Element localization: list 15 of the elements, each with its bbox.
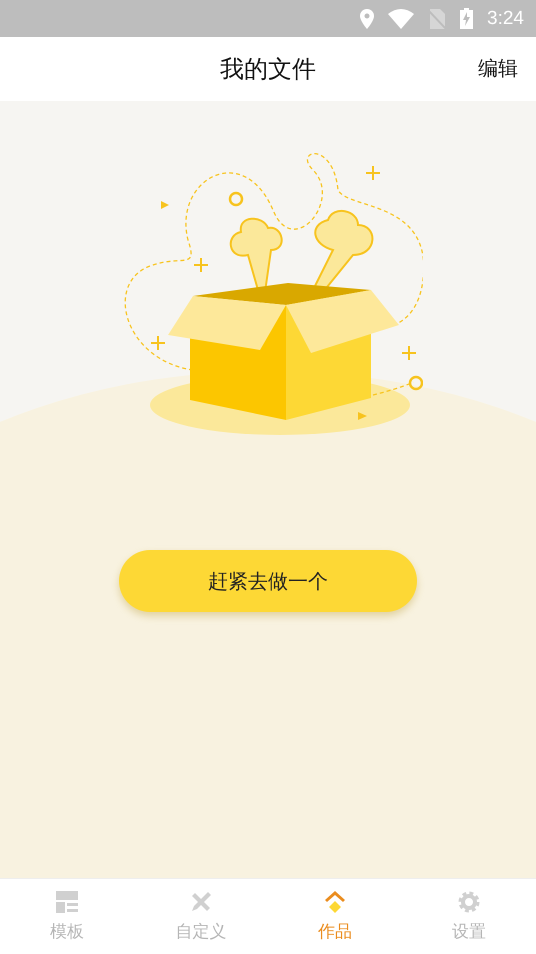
page-title: 我的文件 <box>220 54 316 85</box>
create-button[interactable]: 赶紧去做一个 <box>119 550 417 612</box>
nav-tab[interactable]: 模板 <box>0 879 134 954</box>
nav-tab[interactable]: 作品 <box>268 879 402 954</box>
settings-icon <box>457 890 481 914</box>
location-icon <box>360 8 374 28</box>
no-sim-icon <box>428 8 446 28</box>
stacked-diamond-icon <box>323 890 347 914</box>
layout-icon <box>55 890 79 914</box>
status-time: 3:24 <box>487 8 524 30</box>
wifi-icon <box>388 8 414 28</box>
nav-tab[interactable]: 自定义 <box>134 879 268 954</box>
battery-charging-icon <box>460 8 474 29</box>
edit-button[interactable]: 编辑 <box>478 55 518 82</box>
nav-tab[interactable]: 设置 <box>402 879 536 954</box>
